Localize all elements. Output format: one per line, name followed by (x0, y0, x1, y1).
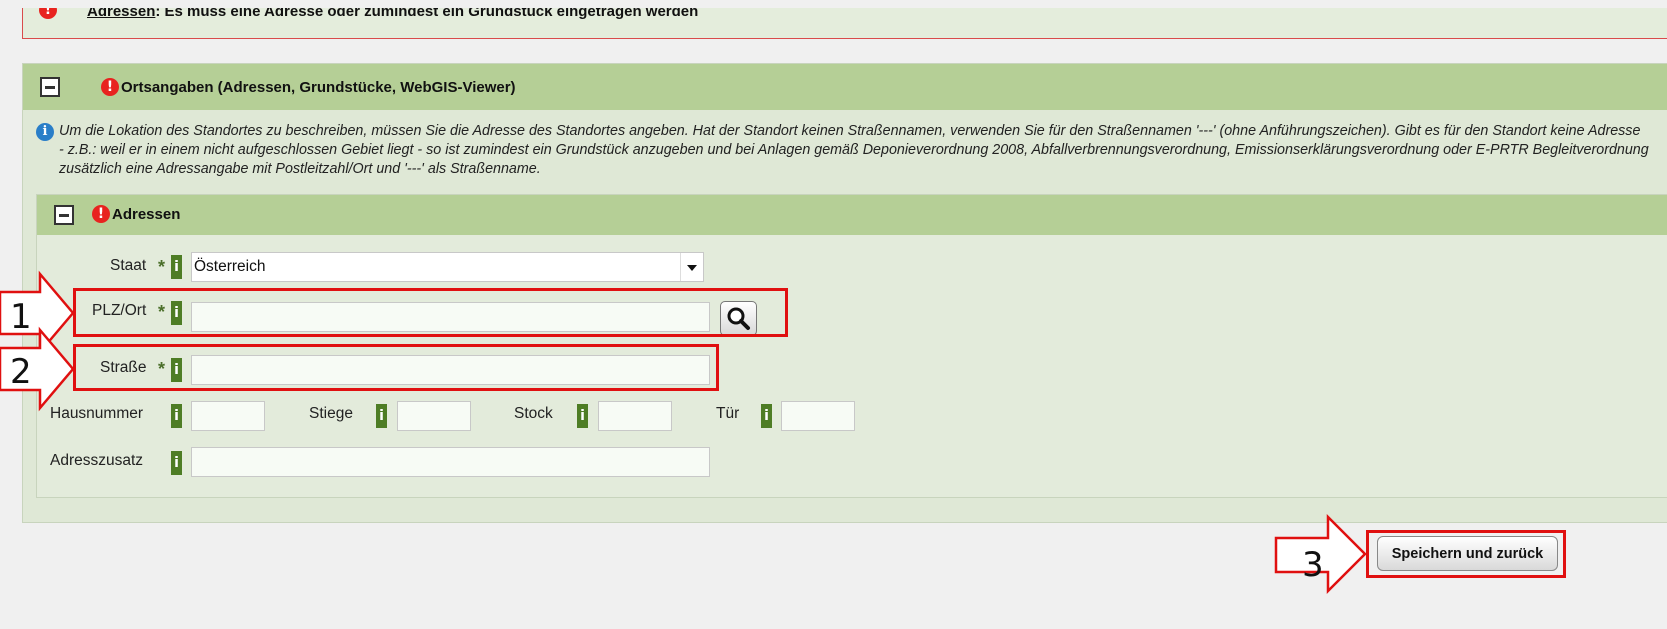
step-number-1: 1 (10, 297, 32, 337)
step-number-2: 2 (10, 352, 32, 392)
top-cutoff-band (0, 0, 1667, 8)
stiege-input[interactable] (397, 401, 471, 431)
info-badge-icon[interactable]: i (171, 451, 182, 475)
ortsangaben-header: ! Ortsangaben (Adressen, Grundstücke, We… (23, 64, 1667, 110)
adresszusatz-label: Adresszusatz (50, 452, 144, 469)
collapse-toggle-adressen[interactable] (54, 205, 74, 225)
stock-label: Stock (514, 405, 553, 422)
hausnummer-input[interactable] (191, 401, 265, 431)
ortsangaben-title: Ortsangaben (Adressen, Grundstücke, WebG… (121, 79, 516, 96)
tuer-label: Tür (716, 405, 740, 422)
hausnummer-label: Hausnummer (50, 405, 144, 422)
error-icon: ! (101, 78, 119, 96)
collapse-toggle-ortsangaben[interactable] (40, 77, 60, 97)
location-info-text: Um die Lokation des Standortes zu beschr… (59, 123, 1649, 177)
required-marker: * (158, 257, 166, 277)
error-icon: ! (92, 205, 110, 223)
info-badge-icon[interactable]: i (577, 404, 588, 428)
adressen-title: Adressen (112, 206, 181, 223)
highlight-save-button (1366, 530, 1566, 578)
info-badge-icon[interactable]: i (376, 404, 387, 428)
adresszusatz-input[interactable] (191, 447, 710, 477)
info-badge-icon[interactable]: i (171, 255, 182, 279)
info-icon: i (36, 123, 54, 141)
highlight-strasse (73, 344, 719, 391)
adressen-header: ! Adressen (37, 195, 1667, 235)
highlight-plz-ort (73, 288, 788, 337)
tuer-input[interactable] (781, 401, 855, 431)
step-number-3: 3 (1302, 545, 1324, 585)
staat-selected-value: Österreich (194, 258, 266, 275)
stiege-label: Stiege (309, 405, 353, 422)
staat-label: Staat (110, 257, 147, 274)
info-badge-icon[interactable]: i (171, 404, 182, 428)
stock-input[interactable] (598, 401, 672, 431)
staat-select[interactable]: Österreich (191, 252, 704, 282)
chevron-down-icon[interactable] (680, 253, 703, 281)
info-badge-icon[interactable]: i (761, 404, 772, 428)
